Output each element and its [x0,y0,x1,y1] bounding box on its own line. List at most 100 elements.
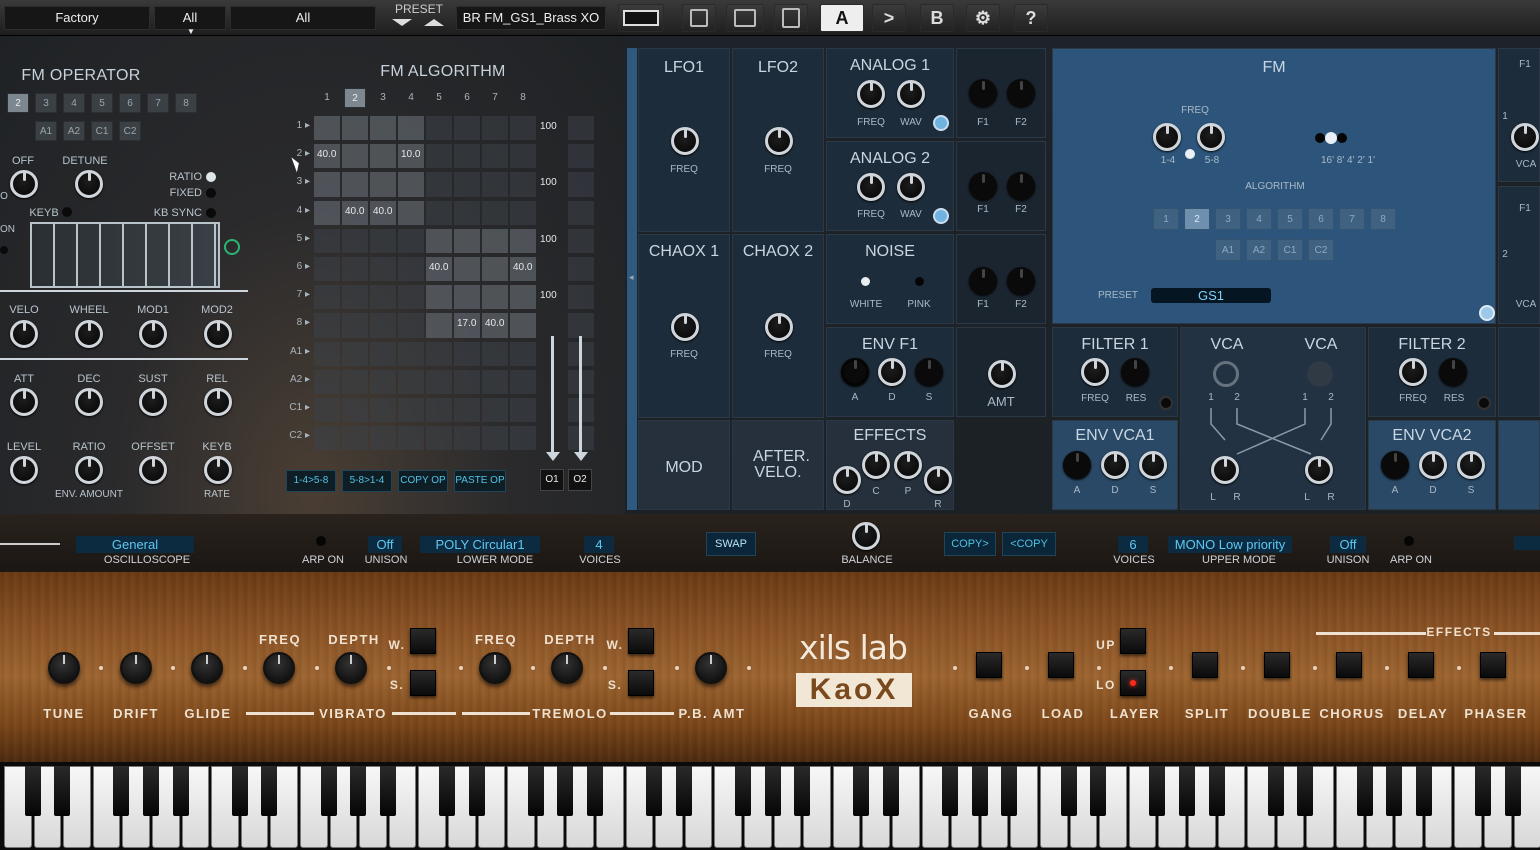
fm-algo-2[interactable]: 2 [1184,208,1210,230]
algo-matrix-cell[interactable] [370,398,396,423]
copy-to-upper-button[interactable]: COPY> [944,532,996,556]
operator-button-6[interactable]: 6 [119,93,141,113]
keyboard-scaling-display[interactable] [30,222,220,288]
algo-matrix-cell[interactable] [568,172,594,197]
mod2-knob[interactable] [204,320,232,348]
algo-matrix-cell[interactable] [314,398,340,423]
algo-matrix-cell[interactable] [538,313,564,337]
filter1-power-icon[interactable] [1159,396,1173,410]
algo-matrix-cell[interactable] [426,369,452,394]
algo-matrix-cell[interactable] [398,200,424,225]
white-noise-radio[interactable] [861,277,870,286]
black-key[interactable] [1179,766,1195,816]
balance-knob[interactable] [852,522,880,550]
algo-matrix-cell[interactable] [370,257,396,282]
operator-button-c2[interactable]: C2 [119,121,141,141]
layer-up-button[interactable] [1120,628,1146,654]
operator-button-c1[interactable]: C1 [91,121,113,141]
algo-matrix-cell[interactable] [482,257,508,282]
algo-matrix-cell[interactable] [454,257,480,282]
algo-matrix-cell[interactable] [454,228,480,253]
upper-unison-field[interactable]: Off [1330,536,1366,553]
kb-sync-toggle[interactable] [206,208,216,218]
glide-knob[interactable] [191,652,223,684]
filter1-res-knob[interactable] [1121,358,1149,386]
black-key[interactable] [1090,766,1107,816]
upper-arp-toggle[interactable] [1404,536,1414,546]
black-key[interactable] [379,766,396,816]
algo-matrix-cell[interactable] [398,228,424,253]
copy-to-lower-button[interactable]: <COPY [1002,532,1056,556]
algo-matrix-cell[interactable] [342,116,368,141]
algo-matrix-cell[interactable] [314,285,340,310]
algo-matrix-cell[interactable] [426,313,452,338]
bank-select[interactable]: Factory [4,6,150,30]
algo-matrix-cell[interactable] [370,369,396,394]
algo-matrix-cell[interactable] [568,200,594,225]
fm-power-icon[interactable] [1479,305,1495,321]
algo-matrix-cell[interactable] [426,285,452,310]
operator-button-7[interactable]: 7 [147,93,169,113]
algo-matrix-cell[interactable] [342,369,368,394]
env-vca2-decay-knob[interactable] [1419,451,1447,479]
black-key[interactable] [468,766,485,816]
noise-f1-knob[interactable] [969,267,997,295]
algo-matrix-cell[interactable] [538,257,564,281]
output2-slider[interactable] [579,336,582,456]
algo-matrix-cell[interactable] [314,257,340,282]
algo-matrix-cell[interactable] [454,369,480,394]
algo-matrix-cell[interactable] [568,257,594,282]
algo-matrix-cell[interactable] [426,341,452,366]
tremolo-w-button[interactable] [628,628,654,654]
operator-button-4[interactable]: 4 [63,93,85,113]
env-vca1-attack-knob[interactable] [1063,451,1091,479]
algo-matrix-cell[interactable] [370,228,396,253]
algo-matrix-cell[interactable] [398,116,424,141]
vca2-pan-knob[interactable] [1305,456,1333,484]
output1-slider[interactable] [551,336,554,456]
fm-algo-a2[interactable]: A2 [1246,239,1272,261]
black-key[interactable] [1297,766,1314,816]
algo-matrix-cell[interactable] [510,144,536,169]
edge-field[interactable] [1514,536,1540,550]
paste-op-button[interactable]: PASTE OP [454,470,506,492]
collapse-left-icon[interactable]: ◂ [629,272,634,283]
algo-matrix-cell[interactable] [314,228,340,253]
chaox1-freq-knob[interactable] [671,313,699,341]
algo-matrix-cell[interactable] [568,116,594,141]
vibrato-depth-knob[interactable] [335,652,367,684]
swap-button[interactable]: SWAP [706,532,756,556]
fm-feet-16-dot[interactable] [1315,133,1325,143]
algo-matrix-cell[interactable] [342,398,368,423]
black-key[interactable] [1208,766,1225,816]
operator-button-8[interactable]: 8 [175,93,197,113]
dec-knob[interactable] [75,388,103,416]
algo-matrix-cell[interactable] [426,426,452,451]
on-toggle[interactable] [0,246,8,254]
fm-algo-3[interactable]: 3 [1215,208,1241,230]
black-key[interactable] [587,766,603,816]
preset-name-field[interactable]: BR FM_GS1_Brass XO [456,6,606,30]
algo-matrix-cell[interactable] [426,398,452,423]
algo-matrix-cell[interactable] [510,200,536,225]
lfo2-freq-knob[interactable] [765,127,793,155]
operator-button-2[interactable]: 2 [7,93,29,113]
fm-algo-a1[interactable]: A1 [1215,239,1241,261]
algo-matrix-cell[interactable] [342,341,368,366]
save-as-button[interactable] [726,4,764,32]
phaser-button[interactable] [1480,652,1506,678]
black-key[interactable] [942,766,959,816]
algo-col-7[interactable]: 7 [484,88,506,108]
algo-matrix-cell[interactable] [568,313,594,338]
algo-matrix-cell[interactable] [482,172,508,197]
analog2-freq-knob[interactable] [857,173,885,201]
algo-matrix-cell[interactable] [314,116,340,141]
keyb-toggle[interactable] [62,207,72,217]
noise-f2-knob[interactable] [1007,267,1035,295]
fixed-radio[interactable] [206,188,216,198]
black-key[interactable] [1060,766,1077,816]
black-key[interactable] [261,766,278,816]
algo-matrix-cell[interactable] [370,341,396,366]
black-key[interactable] [113,766,130,816]
vibrato-s-button[interactable] [410,670,436,696]
